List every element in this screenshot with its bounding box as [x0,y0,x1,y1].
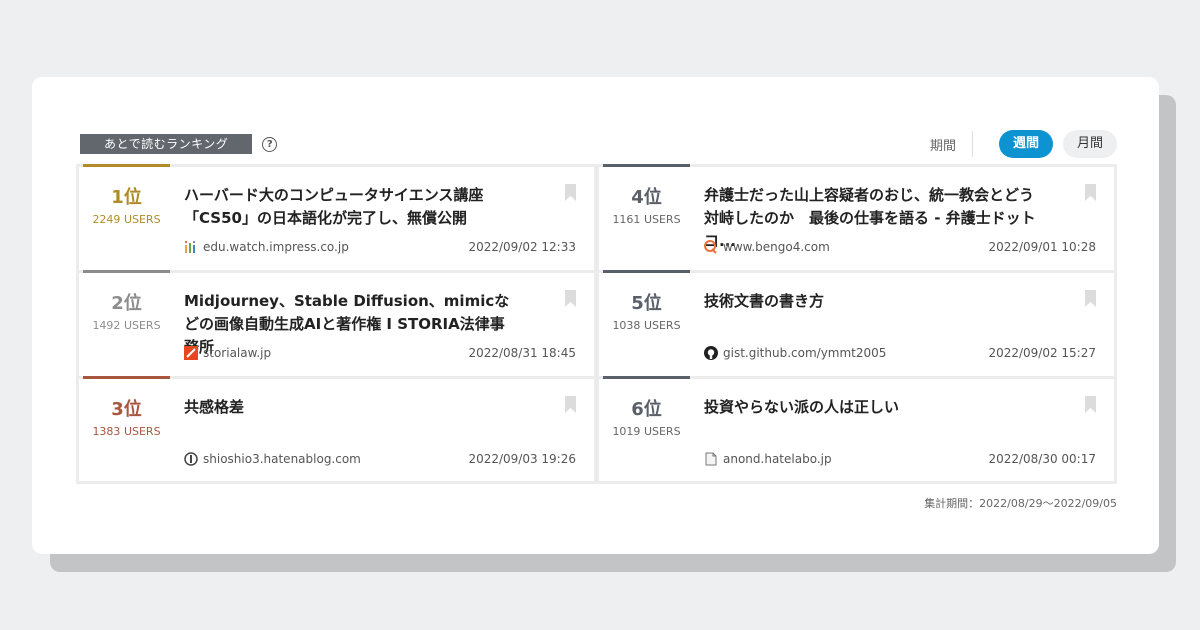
rank-box: 1位 2249 USERS [83,185,170,227]
rank-number: 1位 [111,187,142,208]
entry-domain[interactable]: storialaw.jp [203,346,468,360]
rank-box: 5位 1038 USERS [603,291,690,333]
rank-box: 3位 1383 USERS [83,397,170,439]
users-count: 1492 USERS [92,319,161,332]
entry-date: 2022/09/01 10:28 [988,240,1096,254]
users-count: 1161 USERS [612,213,681,226]
ranking-column-right: 4位 1161 USERS 弁護士だった山上容疑者のおじ、統一教会とどう対峙した… [596,164,1117,484]
ranking-column-left: 1位 2249 USERS ハーバード大のコンピュータサイエンス講座「CS50」… [76,164,597,484]
entry-title-link[interactable]: ハーバード大のコンピュータサイエンス講座「CS50」の日本語化が完了し、無償公開 [184,184,519,230]
rank-number: 2位 [111,293,142,314]
rank-accent-bar [603,376,690,379]
ranking-title: あとで読むランキング [80,134,253,154]
rank-box: 4位 1161 USERS [603,185,690,227]
bengo4-icon [704,240,717,254]
bookmark-icon[interactable] [565,290,576,307]
bookmark-icon[interactable] [1085,290,1096,307]
column-bottom-border [79,481,594,484]
ranking-item[interactable]: 6位 1019 USERS 投資やらない派の人は正しい anond.hatela… [599,376,1114,485]
impress-icon [185,241,195,253]
rank-number: 6位 [631,399,662,420]
users-count: 1019 USERS [612,425,681,438]
entry-meta: www.bengo4.com 2022/09/01 10:28 [704,239,1096,255]
rank-accent-bar [83,164,170,167]
entry-domain[interactable]: edu.watch.impress.co.jp [203,240,468,254]
bookmark-icon[interactable] [565,184,576,201]
aggregation-period: 集計期間：2022/08/29〜2022/09/05 [924,497,1117,510]
ranking-card: あとで読むランキング ? 期間 週間 月間 1位 2249 USERS ハーバー… [32,77,1159,554]
ranking-item[interactable]: 5位 1038 USERS 技術文書の書き方 gist.github.com/y… [599,270,1114,379]
storia-icon [184,346,198,360]
rank-number: 5位 [631,293,662,314]
rank-accent-bar [603,270,690,273]
entry-date: 2022/08/30 00:17 [988,452,1096,466]
entry-meta: shioshio3.hatenablog.com 2022/09/03 19:2… [184,451,576,467]
help-icon[interactable]: ? [262,136,278,152]
entry-meta: edu.watch.impress.co.jp 2022/09/02 12:33 [184,239,576,255]
period-label: 期間 [929,138,956,154]
rank-accent-bar [83,376,170,379]
bookmark-icon[interactable] [565,396,576,413]
ranking-item[interactable]: 2位 1492 USERS Midjourney、Stable Diffusio… [79,270,594,379]
entry-domain[interactable]: gist.github.com/ymmt2005 [723,346,988,360]
entry-date: 2022/09/02 15:27 [988,346,1096,360]
weekly-button[interactable]: 週間 [998,130,1053,158]
column-bottom-border [599,481,1114,484]
entry-title-link[interactable]: 技術文書の書き方 [704,290,1039,313]
entry-date: 2022/08/31 18:45 [468,346,576,360]
rank-box: 6位 1019 USERS [603,397,690,439]
entry-meta: gist.github.com/ymmt2005 2022/09/02 15:2… [704,345,1096,361]
ranking-header: あとで読むランキング ? [80,133,278,155]
entry-date: 2022/09/02 12:33 [468,240,576,254]
entry-title-link[interactable]: 共感格差 [184,396,519,419]
users-count: 2249 USERS [92,213,161,226]
github-icon [704,346,718,360]
rank-number: 4位 [631,187,662,208]
hatenablog-icon [184,452,198,466]
bookmark-icon[interactable] [1085,184,1096,201]
ranking-item[interactable]: 1位 2249 USERS ハーバード大のコンピュータサイエンス講座「CS50」… [79,164,594,273]
bookmark-icon[interactable] [1085,396,1096,413]
ranking-item[interactable]: 3位 1383 USERS 共感格差 shioshio3.hatenablog.… [79,376,594,485]
entry-title-link[interactable]: 投資やらない派の人は正しい [704,396,1039,419]
rank-accent-bar [603,164,690,167]
ranking-item[interactable]: 4位 1161 USERS 弁護士だった山上容疑者のおじ、統一教会とどう対峙した… [599,164,1114,273]
entry-meta: anond.hatelabo.jp 2022/08/30 00:17 [704,451,1096,467]
entry-date: 2022/09/03 19:26 [468,452,576,466]
monthly-button[interactable]: 月間 [1062,130,1117,158]
rank-number: 3位 [111,399,142,420]
document-icon [705,452,717,466]
entry-domain[interactable]: www.bengo4.com [723,240,988,254]
period-divider [971,131,973,157]
rank-accent-bar [83,270,170,273]
users-count: 1383 USERS [92,425,161,438]
entry-meta: storialaw.jp 2022/08/31 18:45 [184,345,576,361]
period-selector: 期間 週間 月間 [930,130,1117,158]
users-count: 1038 USERS [612,319,681,332]
entry-domain[interactable]: shioshio3.hatenablog.com [203,452,468,466]
rank-box: 2位 1492 USERS [83,291,170,333]
entry-domain[interactable]: anond.hatelabo.jp [723,452,988,466]
